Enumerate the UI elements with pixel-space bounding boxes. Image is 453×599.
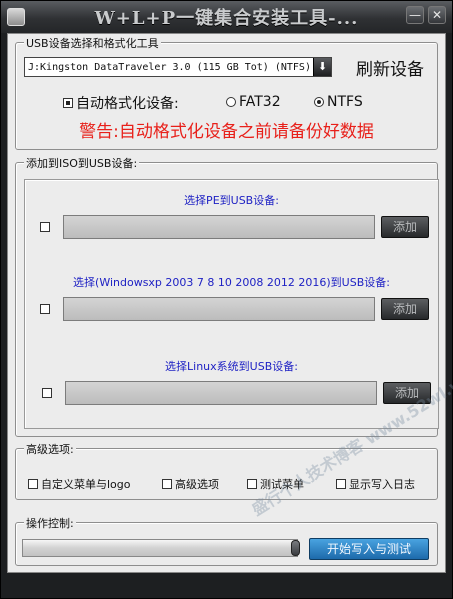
iso-group-title: 添加到ISO到USB设备: [24,155,140,171]
linux-row-label: 选择Linux系统到USB设备: [165,360,298,373]
linux-path-field[interactable] [65,381,377,405]
device-select-value: J:Kingston DataTraveler 3.0 (115 GB Tot)… [28,61,311,73]
title-bar[interactable]: W+L+P一键集合安装工具-... — ✕ [1,1,452,33]
fat32-label: FAT32 [239,94,281,110]
windows-row-checkbox[interactable] [40,304,50,314]
minimize-button[interactable]: — [406,6,424,24]
usb-group-title: USB设备选择和格式化工具 [24,35,161,51]
iso-rows-panel: 选择PE到USB设备: 添加 选择(Windowsxp 2003 7 8 10 … [24,179,439,429]
show-log-label: 显示写入日志 [349,478,415,491]
dropdown-arrow-icon[interactable]: ⬇ [313,58,331,76]
progress-knob-icon [291,540,300,556]
ntfs-radio[interactable] [314,97,324,107]
window-title: W+L+P一键集合安装工具-... [94,8,359,29]
advanced-checkbox[interactable] [162,479,172,489]
custom-menu-option[interactable]: 自定义菜单与logo [28,476,131,492]
linux-add-button[interactable]: 添加 [383,382,431,404]
test-menu-checkbox[interactable] [247,479,257,489]
pe-row-checkbox[interactable] [40,222,50,232]
linux-row-checkbox[interactable] [42,388,52,398]
ntfs-label: NTFS [327,94,363,110]
auto-format-option[interactable]: 自动格式化设备: [63,93,179,113]
advanced-group-title: 高级选项: [24,441,76,457]
advanced-option[interactable]: 高级选项 [162,476,219,492]
custom-menu-checkbox[interactable] [28,479,38,489]
advanced-group: 高级选项: 自定义菜单与logo 高级选项 测试菜单 显示写入日志 [15,441,438,500]
close-button[interactable]: ✕ [428,6,446,24]
refresh-devices-button[interactable]: 刷新设备 [356,55,424,80]
control-group-title: 操作控制: [24,515,76,531]
auto-format-checkbox[interactable] [63,98,73,108]
test-menu-option[interactable]: 测试菜单 [247,476,304,492]
format-warning: 警告:自动格式化设备之前请备份好数据 [79,122,374,142]
iso-group: 添加到ISO到USB设备: 选择PE到USB设备: 添加 选择(Windowsx… [15,155,439,437]
write-progress-bar [22,539,298,557]
show-log-option[interactable]: 显示写入日志 [336,476,415,492]
show-log-checkbox[interactable] [336,479,346,489]
ntfs-option[interactable]: NTFS [314,94,363,110]
start-write-test-button[interactable]: 开始写入与测试 [309,538,429,560]
windows-add-button[interactable]: 添加 [381,298,429,320]
pe-row-label: 选择PE到USB设备: [184,194,279,207]
main-window: W+L+P一键集合安装工具-... — ✕ USB设备选择和格式化工具 J:Ki… [0,0,453,599]
client-area: USB设备选择和格式化工具 J:Kingston DataTraveler 3.… [7,33,446,573]
test-menu-label: 测试菜单 [260,478,304,491]
windows-row-label: 选择(Windowsxp 2003 7 8 10 2008 2012 2016)… [73,276,390,289]
advanced-label: 高级选项 [175,478,219,491]
control-group: 操作控制: 开始写入与测试 [15,515,438,566]
pe-path-field[interactable] [63,215,375,239]
custom-menu-label: 自定义菜单与logo [41,478,131,491]
usb-device-group: USB设备选择和格式化工具 J:Kingston DataTraveler 3.… [15,35,438,150]
windows-path-field[interactable] [63,297,375,321]
fat32-option[interactable]: FAT32 [226,94,281,110]
pe-add-button[interactable]: 添加 [381,216,429,238]
device-select[interactable]: J:Kingston DataTraveler 3.0 (115 GB Tot)… [24,57,332,77]
fat32-radio[interactable] [226,97,236,107]
auto-format-label: 自动格式化设备: [76,96,179,112]
